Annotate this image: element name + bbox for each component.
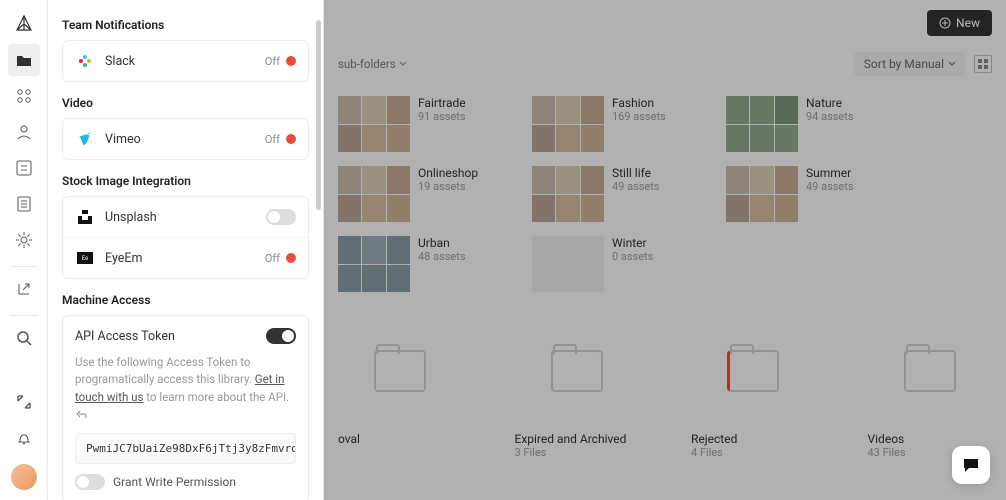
chat-widget[interactable] <box>952 446 990 484</box>
person-icon[interactable] <box>8 116 40 148</box>
vimeo-icon <box>75 129 95 149</box>
section-video: Video <box>62 96 309 110</box>
row-label: Vimeo <box>105 132 265 147</box>
folder-subtitle: 3 Files <box>515 446 547 459</box>
api-card: API Access Token Use the following Acces… <box>62 315 309 500</box>
avatar[interactable] <box>11 464 37 490</box>
tile-subtitle: 49 assets <box>806 180 906 193</box>
folder-tile[interactable]: Rejected4 Files <box>691 326 816 459</box>
asset-collection-tile[interactable]: Summer49 assets <box>726 166 906 222</box>
tile-title: Urban <box>418 236 518 250</box>
dashboard-icon[interactable] <box>8 152 40 184</box>
section-machine: Machine Access <box>62 293 309 307</box>
eyeem-icon: Ee <box>75 248 95 268</box>
folder-icon[interactable] <box>8 44 40 76</box>
asset-collection-tile[interactable]: Winter0 assets <box>532 236 712 292</box>
tile-subtitle: 49 assets <box>612 180 712 193</box>
users-grid-icon[interactable] <box>8 80 40 112</box>
write-permission-label: Grant Write Permission <box>113 475 236 489</box>
asset-collection-tile[interactable]: Onlineshop19 assets <box>338 166 518 222</box>
section-stock: Stock Image Integration <box>62 174 309 188</box>
folder-icon <box>727 350 779 392</box>
export-icon[interactable] <box>8 273 40 305</box>
unsplash-icon <box>75 207 95 227</box>
folder-tile[interactable]: Expired and Archived3 Files <box>515 326 640 459</box>
settings-panel: Team Notifications Slack Off Video Vimeo… <box>48 0 324 500</box>
new-button[interactable]: New <box>927 10 992 36</box>
tile-subtitle: 0 assets <box>612 250 712 263</box>
scrollbar[interactable] <box>316 20 321 210</box>
folder-title: Expired and Archived <box>515 432 627 446</box>
toggle-api-token[interactable] <box>266 328 296 344</box>
api-token-field[interactable]: PwmiJC7bUaiZe98DxF6jTtj3y8zFmvrdhG8Ad <box>75 433 296 464</box>
api-description: Use the following Access Token to progra… <box>75 354 296 423</box>
sort-dropdown[interactable]: Sort by Manual <box>854 52 966 76</box>
folder-subtitle: 43 Files <box>868 446 906 459</box>
status-off: Off <box>265 252 280 265</box>
tile-subtitle: 169 assets <box>612 110 712 123</box>
section-team-notifications: Team Notifications <box>62 18 309 32</box>
status-off: Off <box>265 55 280 68</box>
asset-collection-tile[interactable]: Urban48 assets <box>338 236 518 292</box>
folder-title: Videos <box>868 432 905 446</box>
row-unsplash[interactable]: Unsplash <box>63 197 308 237</box>
gear-icon[interactable] <box>8 224 40 256</box>
tile-title: Still life <box>612 166 712 180</box>
folder-title: oval <box>338 432 360 446</box>
tile-title: Nature <box>806 96 906 110</box>
tile-subtitle: 19 assets <box>418 180 518 193</box>
sidebar <box>0 0 48 500</box>
status-dot-icon <box>286 134 296 144</box>
folder-subtitle: 4 Files <box>691 446 723 459</box>
slack-icon <box>75 51 95 71</box>
api-title: API Access Token <box>75 329 175 344</box>
toggle-write-permission[interactable] <box>75 474 105 490</box>
status-off: Off <box>265 133 280 146</box>
tile-subtitle: 48 assets <box>418 250 518 263</box>
tile-subtitle: 91 assets <box>418 110 518 123</box>
search-icon[interactable] <box>8 322 40 354</box>
row-slack[interactable]: Slack Off <box>63 41 308 81</box>
toggle-unsplash[interactable] <box>266 209 296 225</box>
folder-icon <box>551 350 603 392</box>
folder-tile[interactable]: oval <box>338 326 463 459</box>
main-content: New sub-folders Sort by Manual Fairtrade… <box>324 0 1006 500</box>
folder-icon <box>904 350 956 392</box>
status-dot-icon <box>286 253 296 263</box>
tile-title: Winter <box>612 236 712 250</box>
tile-title: Onlineshop <box>418 166 518 180</box>
tile-subtitle: 94 assets <box>806 110 906 123</box>
row-label: EyeEm <box>105 251 265 266</box>
bell-icon[interactable] <box>8 422 40 454</box>
tile-title: Fairtrade <box>418 96 518 110</box>
subfolders-dropdown[interactable]: sub-folders <box>338 57 407 71</box>
folder-icon <box>374 350 426 392</box>
asset-collection-tile[interactable]: Fairtrade91 assets <box>338 96 518 152</box>
folder-title: Rejected <box>691 432 737 446</box>
expand-icon[interactable] <box>8 386 40 418</box>
logo-icon[interactable] <box>8 8 40 40</box>
asset-collection-tile[interactable]: Still life49 assets <box>532 166 712 222</box>
tile-title: Fashion <box>612 96 712 110</box>
asset-collection-tile[interactable]: Fashion169 assets <box>532 96 712 152</box>
grid-view-icon[interactable] <box>974 55 992 73</box>
asset-collection-tile[interactable]: Nature94 assets <box>726 96 906 152</box>
row-label: Slack <box>105 54 265 69</box>
row-label: Unsplash <box>105 210 266 225</box>
tile-title: Summer <box>806 166 906 180</box>
status-dot-icon <box>286 56 296 66</box>
list-icon[interactable] <box>8 188 40 220</box>
folder-tile[interactable]: Videos43 Files <box>868 326 993 459</box>
row-eyeem[interactable]: Ee EyeEm Off <box>63 237 308 278</box>
row-vimeo[interactable]: Vimeo Off <box>63 119 308 159</box>
